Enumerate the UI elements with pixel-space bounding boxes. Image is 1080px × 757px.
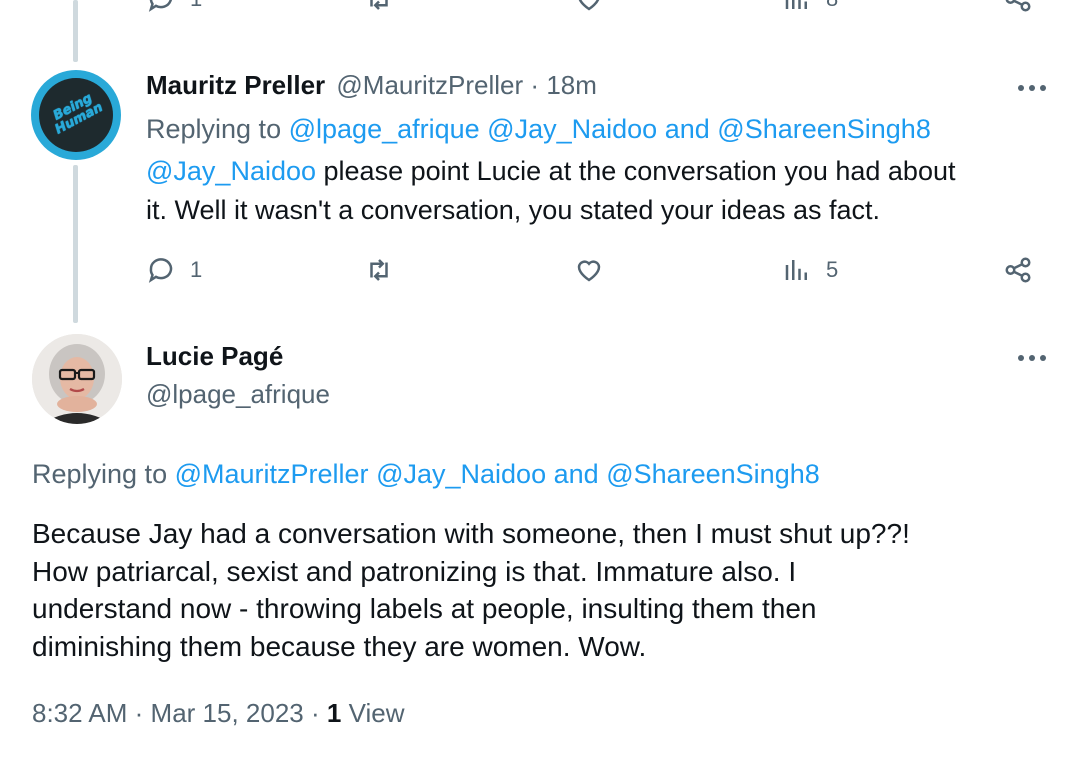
reply-icon [148,0,172,12]
body-line-2: it. Well it wasn't a conversation, you s… [146,195,881,225]
meta-dot-2: · [311,698,320,728]
retweet-action[interactable] [364,255,394,285]
mention-shareen[interactable]: @ShareenSingh8 [606,459,820,489]
views-count: 1 [326,698,342,728]
body-mention-jay[interactable]: @Jay_Naidoo [146,156,316,186]
views-link[interactable]: 1 View [327,698,405,728]
views-action-prev[interactable]: 8 [782,0,838,14]
tweet-time[interactable]: 8:32 AM [32,698,127,728]
more-icon [1018,85,1024,91]
handle-lucie[interactable]: @lpage_afrique [146,379,330,410]
replying-prefix: Replying to [32,459,168,489]
tweet-date[interactable]: Mar 15, 2023 [151,698,304,728]
body-line-1: Because Jay had a conversation with some… [32,518,910,549]
mention-shareen[interactable]: @ShareenSingh8 [717,114,931,144]
display-name-mauritz[interactable]: Mauritz Preller [146,70,325,100]
body-text-1: please point Lucie at the conversation y… [316,156,956,186]
tweet-meta: 8:32 AM · Mar 15, 2023 · 1 View [32,698,405,729]
more-button-mauritz[interactable] [1018,85,1046,91]
share-icon [1005,0,1031,12]
like-action[interactable] [574,255,604,285]
body-line-2: How patriarcal, sexist and patronizing i… [32,555,797,587]
replying-to-mauritz: Replying to @lpage_afrique @Jay_Naidoo a… [146,110,931,149]
replying-and[interactable]: and [665,114,710,144]
display-name-lucie[interactable]: Lucie Pagé [146,341,283,372]
replying-and[interactable]: and [554,459,599,489]
more-dot [1029,355,1035,361]
reply-tweet-header: Mauritz Preller @MauritzPreller · 18m [146,70,597,101]
like-action-prev[interactable] [574,0,604,14]
retweet-icon [370,0,388,10]
view-count: 5 [826,257,839,282]
views-icon [785,0,807,9]
replying-to-lucie: Replying to @MauritzPreller @Jay_Naidoo … [32,455,820,494]
tweet-body-lucie: Because Jay had a conversation with some… [32,515,910,665]
share-action-prev[interactable] [1003,0,1033,14]
portrait-illustration [32,334,122,424]
like-icon [577,260,601,282]
body-line-4: diminishing them because they are women.… [32,630,647,662]
reply-action[interactable]: 1 [146,255,202,285]
avatar-mauritz[interactable]: Being Human [31,70,121,160]
reply-icon [148,258,173,283]
reply-count-prev: 1 [190,0,202,12]
like-icon [578,0,600,11]
share-action[interactable] [1003,255,1033,285]
body-line-1: @Jay_Naidoo please point Lucie at the co… [146,152,955,191]
more-dot [1029,85,1035,91]
more-icon [1018,355,1024,361]
reply-action-prev[interactable]: 1 [146,0,202,14]
more-button-lucie[interactable] [1018,355,1046,361]
view-count-prev: 8 [826,0,838,12]
share-icon [1005,257,1031,283]
mention-jay[interactable]: @Jay_Naidoo [376,459,546,489]
mention-lpage[interactable]: @lpage_afrique [289,114,480,144]
retweet-icon [370,259,388,281]
meta-dot-1: · [134,698,144,728]
header-separator: · [530,70,540,100]
timestamp-mauritz[interactable]: 18m [546,70,597,100]
views-icon [785,260,807,280]
reply-count: 1 [190,257,203,282]
retweet-action-prev[interactable] [364,0,394,14]
handle-mauritz[interactable]: @MauritzPreller [336,70,523,100]
mention-jay[interactable]: @Jay_Naidoo [487,114,657,144]
replying-prefix: Replying to [146,114,282,144]
tweet-body-mauritz: @Jay_Naidoo please point Lucie at the co… [146,152,955,230]
thread-line-middle [73,165,78,323]
thread-line-top [73,0,78,62]
avatar-lucie[interactable] [32,334,122,424]
more-dot [1040,85,1046,91]
mention-mauritz[interactable]: @MauritzPreller [175,459,369,489]
body-line-3: understand now - throwing labels at peop… [32,593,817,624]
views-action[interactable]: 5 [782,255,838,285]
more-dot [1040,355,1046,361]
views-label: View [348,698,405,728]
